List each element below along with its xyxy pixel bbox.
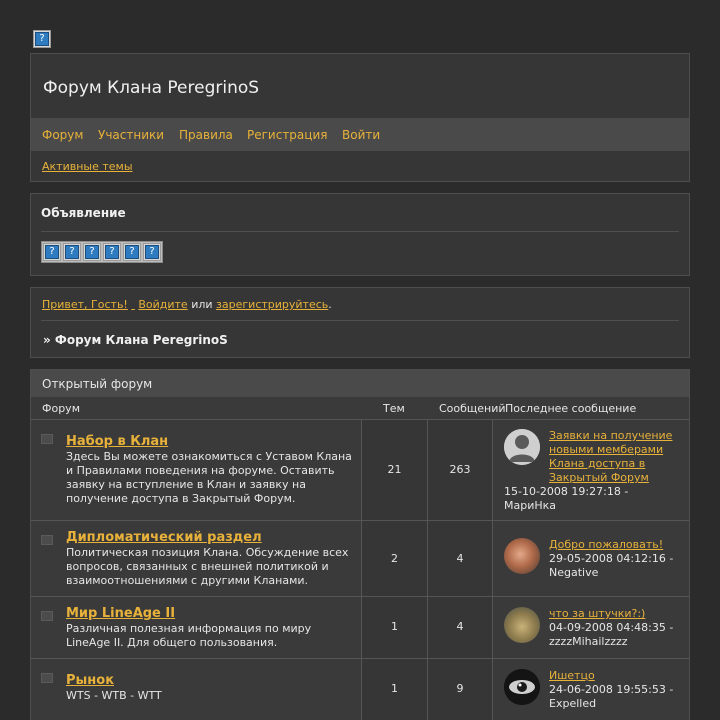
forum-cell: Мир LineAge II Различная полезная информ… <box>31 597 362 658</box>
broken-image-icon: ? <box>143 243 161 261</box>
forum-title-link[interactable]: Дипломатический раздел <box>66 530 262 545</box>
topics-cell: 2 <box>362 521 428 596</box>
last-topic-link[interactable]: Заявки на получение новыми мемберами Кла… <box>549 429 679 485</box>
col-topics: Тем <box>383 402 405 415</box>
register-link[interactable]: зарегистрируйтесь <box>216 298 328 311</box>
forum-description: Различная полезная информация по миру Li… <box>66 622 312 649</box>
posts-count: 4 <box>456 552 464 565</box>
broken-image-icon: ? <box>103 243 121 261</box>
last-post-author: МариНка <box>504 499 557 512</box>
last-post-author: Expelled <box>549 697 597 710</box>
last-post-cell: Ишетцо 24-06-2008 19:55:53 - Expelled <box>493 659 689 720</box>
last-post-cell: что за штучки?:) 04-09-2008 04:48:35 - z… <box>493 597 689 658</box>
posts-count: 4 <box>456 620 464 633</box>
forum-description: Политическая позиция Клана. Обсуждение в… <box>66 546 349 587</box>
topics-count: 1 <box>391 682 398 695</box>
last-topic-link[interactable]: Добро пожаловать! <box>549 538 679 552</box>
login-link[interactable]: Войдите <box>138 298 187 311</box>
site-title: Форум Клана PeregrinoS <box>43 78 260 98</box>
forum-row: Дипломатический раздел Политическая пози… <box>31 521 689 597</box>
site-header: Форум Клана PeregrinoS Форум Участники П… <box>30 53 690 182</box>
nav-forum[interactable]: Форум <box>42 128 83 142</box>
broken-image-icon: ? <box>43 243 61 261</box>
active-topics-link[interactable]: Активные темы <box>42 160 133 173</box>
broken-image-icon: ? <box>83 243 101 261</box>
or-text: или <box>191 298 213 311</box>
posts-cell: 4 <box>428 521 493 596</box>
topics-cell: 21 <box>362 420 428 520</box>
forum-cell: Дипломатический раздел Политическая пози… <box>31 521 362 596</box>
topics-cell: 1 <box>362 659 428 720</box>
forum-cell: Рынок WTS - WTB - WTT <box>31 659 362 720</box>
forum-status-icon <box>41 611 53 621</box>
dark-eye-avatar-icon <box>504 669 540 705</box>
topics-cell: 1 <box>362 597 428 658</box>
period-text: . <box>328 298 332 311</box>
default-user-icon <box>504 429 540 465</box>
nav-rules[interactable]: Правила <box>179 128 233 142</box>
last-post-date: 15-10-2008 19:27:18 - <box>504 485 629 498</box>
broken-image-icon: ? <box>123 243 141 261</box>
breadcrumb: » Форум Клана PeregrinoS <box>43 333 228 347</box>
last-post-author: Negative <box>549 566 599 579</box>
nav-register[interactable]: Регистрация <box>247 128 327 142</box>
avatar[interactable] <box>504 538 540 574</box>
column-header: Форум Тем Сообщений Последнее сообщение <box>31 397 689 420</box>
forum-status-icon <box>41 673 53 683</box>
last-post-cell: Заявки на получение новыми мемберами Кла… <box>493 420 689 520</box>
main-nav: Форум Участники Правила Регистрация Войт… <box>31 118 689 151</box>
nav-login[interactable]: Войти <box>342 128 380 142</box>
spacer-underline <box>131 298 135 311</box>
forum-title-link[interactable]: Набор в Клан <box>66 434 168 449</box>
forum-status-icon <box>41 434 53 444</box>
forum-status-icon <box>41 535 53 545</box>
forum-cell: Набор в Клан Здесь Вы можете ознакомитьс… <box>31 420 362 520</box>
posts-count: 263 <box>449 463 471 476</box>
announcement-images: ? ? ? ? ? ? <box>41 241 163 263</box>
col-posts: Сообщений <box>439 402 506 415</box>
topics-count: 2 <box>391 552 398 565</box>
announcement-title: Объявление <box>41 206 126 220</box>
nav-members[interactable]: Участники <box>98 128 164 142</box>
posts-cell: 263 <box>428 420 493 520</box>
col-last-post: Последнее сообщение <box>505 402 637 415</box>
forum-title-link[interactable]: Рынок <box>66 673 114 688</box>
divider <box>41 231 679 232</box>
welcome-panel: Привет, Гость! Войдите или зарегистрируй… <box>30 287 690 358</box>
last-post-date: 04-09-2008 04:48:35 - <box>549 621 674 634</box>
topics-count: 21 <box>387 463 402 476</box>
forum-category: Открытый форум Форум Тем Сообщений После… <box>30 369 690 720</box>
last-post-cell: Добро пожаловать! 29-05-2008 04:12:16 - … <box>493 521 689 596</box>
last-post-date: 24-06-2008 19:55:53 - <box>549 683 674 696</box>
last-topic-link[interactable]: Ишетцо <box>549 669 679 683</box>
avatar[interactable] <box>504 429 540 465</box>
forum-title-link[interactable]: Мир LineAge II <box>66 606 175 621</box>
forum-description: Здесь Вы можете ознакомиться с Уставом К… <box>66 450 352 505</box>
last-post-author: zzzzMihailzzzz <box>549 635 628 648</box>
forum-row: Набор в Клан Здесь Вы можете ознакомитьс… <box>31 420 689 521</box>
announcement-panel: Объявление ? ? ? ? ? ? <box>30 193 690 276</box>
col-forum: Форум <box>42 402 80 415</box>
broken-image-icon: ? <box>33 30 51 48</box>
divider <box>41 320 679 321</box>
forum-row: Рынок WTS - WTB - WTT 1 9 Ишетцо 24-06-2… <box>31 659 689 720</box>
guest-greeting-link[interactable]: Привет, Гость! <box>42 298 128 311</box>
broken-image-icon: ? <box>63 243 81 261</box>
last-topic-link[interactable]: что за штучки?:) <box>549 607 679 621</box>
category-title: Открытый форум <box>31 370 689 397</box>
posts-cell: 9 <box>428 659 493 720</box>
forum-row: Мир LineAge II Различная полезная информ… <box>31 597 689 659</box>
posts-count: 9 <box>456 682 464 695</box>
last-post-date: 29-05-2008 04:12:16 - <box>549 552 674 565</box>
avatar[interactable] <box>504 669 540 705</box>
posts-cell: 4 <box>428 597 493 658</box>
forum-description: WTS - WTB - WTT <box>66 689 162 702</box>
welcome-line: Привет, Гость! Войдите или зарегистрируй… <box>42 298 332 311</box>
topics-count: 1 <box>391 620 398 633</box>
avatar[interactable] <box>504 607 540 643</box>
